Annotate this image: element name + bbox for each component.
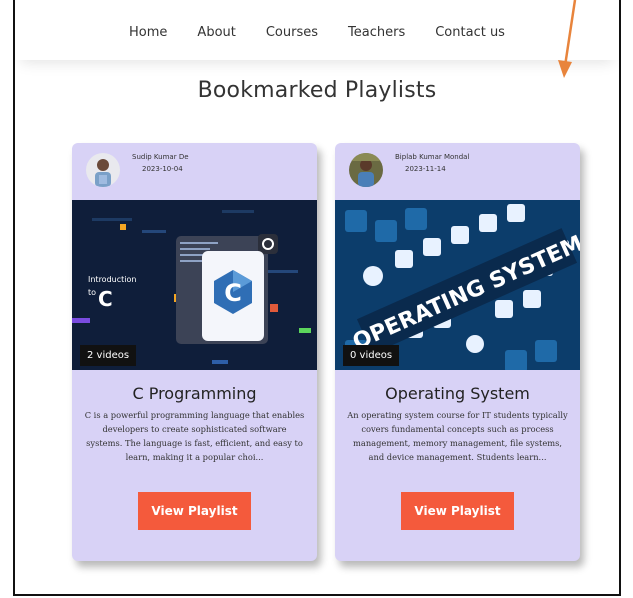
avatar [349, 153, 383, 187]
svg-text:C: C [224, 279, 242, 307]
playlist-card: Biplab Kumar Mondal 2023-11-14 OPERATING… [335, 143, 580, 561]
playlist-date: 2023-11-14 [405, 165, 446, 173]
annotation-arrow-icon [558, 0, 577, 78]
playlist-date: 2023-10-04 [142, 165, 183, 173]
page-frame: Home About Courses Teachers Contact us B… [13, 0, 621, 596]
nav-home-link[interactable]: Home [129, 21, 167, 40]
svg-text:C: C [98, 287, 113, 311]
avatar [86, 153, 120, 187]
playlist-title: C Programming [132, 384, 257, 403]
playlist-description: An operating system course for IT studen… [347, 410, 568, 462]
top-nav: Home About Courses Teachers Contact us [15, 0, 619, 60]
video-count-badge: 0 videos [343, 345, 400, 366]
playlist-card: Sudip Kumar De 2023-10-04 C Introduction… [72, 143, 317, 561]
video-count-badge: 2 videos [80, 345, 137, 366]
view-playlist-button[interactable]: View Playlist [401, 492, 514, 530]
svg-text:Introduction: Introduction [88, 275, 136, 284]
nav-teachers-link[interactable]: Teachers [348, 21, 405, 40]
nav-courses-link[interactable]: Courses [266, 21, 318, 40]
nav-about-link[interactable]: About [197, 21, 235, 40]
author-name: Biplab Kumar Mondal [395, 153, 470, 161]
playlist-author: Sudip Kumar De 2023-10-04 [72, 143, 317, 200]
playlist-grid: Sudip Kumar De 2023-10-04 C Introduction… [72, 143, 580, 561]
author-name: Sudip Kumar De [132, 153, 189, 161]
svg-text:to: to [88, 288, 96, 297]
playlist-thumbnail[interactable]: C Introduction to C 2 videos [72, 200, 317, 370]
playlist-thumbnail[interactable]: OPERATING SYSTEM 0 videos [335, 200, 580, 370]
nav-contact-link[interactable]: Contact us [435, 21, 505, 40]
playlist-author: Biplab Kumar Mondal 2023-11-14 [335, 143, 580, 200]
playlist-title: Operating System [385, 384, 530, 403]
playlist-description: C is a powerful programming language tha… [84, 410, 305, 462]
page-title: Bookmarked Playlists [197, 78, 437, 103]
view-playlist-button[interactable]: View Playlist [138, 492, 251, 530]
